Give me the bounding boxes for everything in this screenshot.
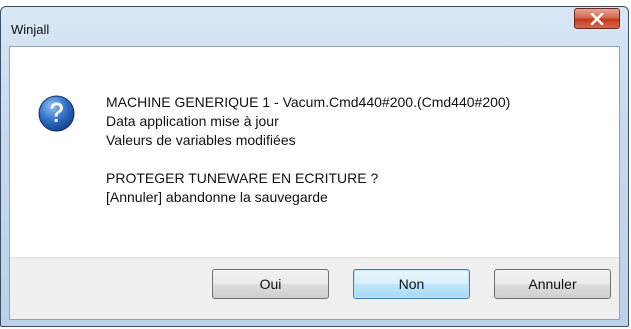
message-line-question: PROTEGER TUNEWARE EN ECRITURE ?: [106, 170, 379, 186]
dialog-window: Winjall MACHINE GENERIQUE 1 - Vacum.Cmd4…: [0, 6, 629, 327]
dialog-client-area: MACHINE GENERIQUE 1 - Vacum.Cmd440#200.(…: [9, 46, 620, 320]
cancel-button[interactable]: Annuler: [494, 269, 611, 299]
message-line-blank: [106, 150, 510, 169]
no-button[interactable]: Non: [353, 269, 470, 299]
message-line-machine: MACHINE GENERIQUE 1 - Vacum.Cmd440#200.(…: [106, 94, 511, 110]
message-area: MACHINE GENERIQUE 1 - Vacum.Cmd440#200.(…: [10, 47, 619, 257]
window-title: Winjall: [11, 22, 50, 37]
message-text: MACHINE GENERIQUE 1 - Vacum.Cmd440#200.(…: [106, 93, 510, 207]
title-bar[interactable]: Winjall: [1, 7, 628, 47]
message-line-data-updated: Data application mise à jour: [106, 113, 279, 129]
yes-button[interactable]: Oui: [212, 269, 329, 299]
message-line-cancel-hint: [Annuler] abandonne la sauvegarde: [106, 189, 328, 205]
close-icon: [590, 12, 604, 25]
button-bar: Oui Non Annuler: [10, 257, 619, 319]
message-line-variables-modified: Valeurs de variables modifiées: [106, 132, 296, 148]
close-button[interactable]: [574, 8, 620, 29]
question-icon: [38, 95, 75, 132]
